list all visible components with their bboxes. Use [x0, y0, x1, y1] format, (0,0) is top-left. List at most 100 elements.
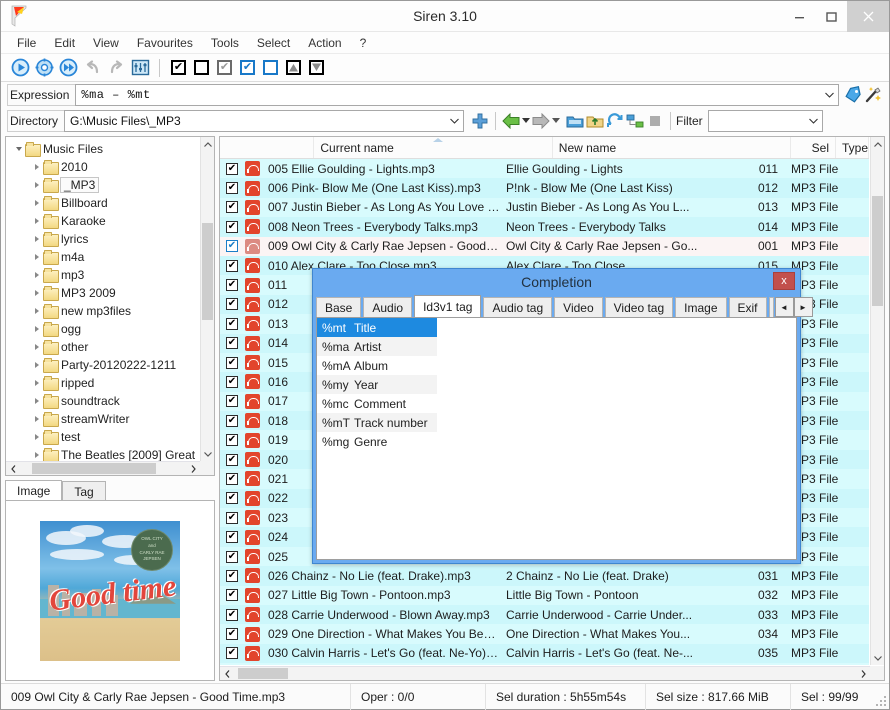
tree-item-lyrics[interactable]: lyrics: [6, 230, 200, 248]
menu-help[interactable]: ?: [351, 34, 376, 52]
row-checkbox[interactable]: ✔: [226, 279, 238, 292]
row-checkbox[interactable]: ✔: [226, 220, 238, 233]
row-checkbox[interactable]: ✔: [226, 569, 238, 582]
back-icon[interactable]: [501, 111, 521, 131]
tree-expand-icon[interactable]: [30, 362, 43, 368]
menu-file[interactable]: File: [8, 34, 45, 52]
dialog-tab-audio-tag[interactable]: Audio tag: [483, 297, 553, 317]
dialog-tab-audio[interactable]: Audio: [363, 297, 413, 317]
chevron-down-icon[interactable]: [825, 85, 834, 105]
menu-favourites[interactable]: Favourites: [128, 34, 202, 52]
minimize-button[interactable]: [783, 1, 815, 32]
dialog-tab-ipt[interactable]: Ipt: [768, 297, 774, 317]
dialog-tab-id3v1-tag[interactable]: Id3v1 tag: [414, 295, 482, 317]
menu-action[interactable]: Action: [299, 34, 350, 52]
variable-row[interactable]: %mA Album: [317, 356, 437, 375]
check-all-icon[interactable]: ✔: [171, 60, 186, 75]
scroll-right-icon[interactable]: [186, 462, 200, 475]
row-checkbox[interactable]: ✔: [226, 414, 238, 427]
uncheck-selected-icon[interactable]: [263, 60, 278, 75]
tree-item-mp3[interactable]: _MP3: [6, 176, 200, 194]
row-checkbox[interactable]: ✔: [226, 434, 238, 447]
row-checkbox[interactable]: ✔: [226, 550, 238, 563]
tree-expand-icon[interactable]: [30, 164, 43, 170]
subfolders-icon[interactable]: [625, 111, 645, 131]
batch-icon[interactable]: [129, 57, 151, 79]
tree-expand-icon[interactable]: [30, 326, 43, 332]
row-checkbox[interactable]: ✔: [226, 298, 238, 311]
column-header-current-name[interactable]: Current name: [314, 137, 553, 158]
move-down-icon[interactable]: [309, 60, 324, 75]
tree-expand-icon[interactable]: [30, 254, 43, 260]
list-scroll-thumb[interactable]: [872, 196, 883, 306]
list-horizontal-scrollbar[interactable]: [220, 666, 870, 680]
tree-item-party-20120222-1211[interactable]: Party-20120222-1211: [6, 356, 200, 374]
menu-select[interactable]: Select: [248, 34, 299, 52]
table-row[interactable]: ✔ 030 Calvin Harris - Let's Go (feat. Ne-…: [220, 643, 869, 664]
table-row[interactable]: ✔ 005 Ellie Goulding - Lights.mp3 Ellie Go…: [220, 159, 869, 179]
tree-expand-icon[interactable]: [30, 218, 43, 224]
variable-row[interactable]: %mc Comment: [317, 394, 437, 413]
row-checkbox[interactable]: ✔: [226, 472, 238, 485]
row-checkbox[interactable]: ✔: [226, 240, 238, 253]
move-up-icon[interactable]: [286, 60, 301, 75]
tree-expand-icon[interactable]: [30, 272, 43, 278]
tree-item-soundtrack[interactable]: soundtrack: [6, 392, 200, 410]
tree-item-ogg[interactable]: ogg: [6, 320, 200, 338]
dialog-tab-exif[interactable]: Exif: [728, 297, 767, 317]
tree-item-mp3-2009[interactable]: MP3 2009: [6, 284, 200, 302]
tree-item-ripped[interactable]: ripped: [6, 374, 200, 392]
table-row[interactable]: ✔ 006 Pink- Blow Me (One Last Kiss).mp3 P!…: [220, 178, 869, 198]
magic-wand-icon[interactable]: [863, 85, 883, 105]
row-checkbox[interactable]: ✔: [226, 201, 238, 214]
uncheck-all-icon[interactable]: [194, 60, 209, 75]
tree-expand-icon[interactable]: [30, 290, 43, 296]
row-checkbox[interactable]: ✔: [226, 162, 238, 175]
row-checkbox[interactable]: ✔: [226, 395, 238, 408]
table-row[interactable]: ✔ 008 Neon Trees - Everybody Talks.mp3 Neo…: [220, 217, 869, 237]
row-checkbox[interactable]: ✔: [226, 511, 238, 524]
tab-tag[interactable]: Tag: [62, 481, 106, 501]
scroll-up-icon[interactable]: [201, 137, 214, 151]
tree-item-music-files[interactable]: Music Files: [6, 140, 200, 158]
dialog-tab-video[interactable]: Video: [554, 297, 603, 317]
scroll-up-icon[interactable]: [871, 137, 884, 151]
scroll-down-icon[interactable]: [201, 447, 214, 461]
menu-tools[interactable]: Tools: [202, 34, 248, 52]
forward-dropdown-icon[interactable]: [551, 117, 561, 125]
variable-row[interactable]: %ma Artist: [317, 337, 437, 356]
row-checkbox[interactable]: ✔: [226, 356, 238, 369]
table-row[interactable]: ✔ 007 Justin Bieber - As Long As You Love…: [220, 197, 869, 218]
tree-vertical-scrollbar[interactable]: [200, 137, 214, 461]
column-header-type[interactable]: Type: [836, 137, 869, 158]
tree-item-billboard[interactable]: Billboard: [6, 194, 200, 212]
chevron-down-icon[interactable]: [808, 111, 818, 131]
dialog-close-button[interactable]: x: [773, 272, 795, 290]
table-row[interactable]: ✔ 026 Chainz - No Lie (feat. Drake).mp3 2 …: [220, 566, 869, 586]
tree-item-karaoke[interactable]: Karaoke: [6, 212, 200, 230]
tab-scroll-left-icon[interactable]: ◄: [774, 297, 794, 317]
variable-list[interactable]: %mt Title %ma Artist %mA Album %my Year %mc Comme…: [316, 317, 797, 560]
row-checkbox[interactable]: ✔: [226, 337, 238, 350]
close-button[interactable]: [847, 1, 889, 32]
refresh-icon[interactable]: [605, 111, 625, 131]
column-header-new-name[interactable]: New name: [553, 137, 792, 158]
tree-expand-icon[interactable]: [30, 308, 43, 314]
tree-expand-icon[interactable]: [30, 236, 43, 242]
up-folder-icon[interactable]: [585, 111, 605, 131]
list-vertical-scrollbar[interactable]: [870, 137, 884, 665]
tree-item-the-beatles-2009-great[interactable]: The Beatles [2009] Great: [6, 446, 200, 461]
column-header-check[interactable]: [220, 137, 315, 158]
column-header-sel[interactable]: Sel: [791, 137, 836, 158]
tab-scroll-right-icon[interactable]: ►: [793, 297, 813, 317]
scroll-down-icon[interactable]: [871, 651, 884, 665]
directory-input[interactable]: G:\Music Files\_MP3: [64, 110, 465, 132]
table-row[interactable]: ✔ 009 Owl City & Carly Rae Jepsen - Good …: [220, 236, 869, 256]
tree-expand-icon[interactable]: [30, 398, 43, 404]
variable-row[interactable]: %my Year: [317, 375, 437, 394]
tree-item-mp3[interactable]: mp3: [6, 266, 200, 284]
tree-item-m4a[interactable]: m4a: [6, 248, 200, 266]
row-checkbox[interactable]: ✔: [226, 589, 238, 602]
variable-row[interactable]: %mT Track number: [317, 413, 437, 432]
tree-expand-icon[interactable]: [30, 182, 43, 188]
